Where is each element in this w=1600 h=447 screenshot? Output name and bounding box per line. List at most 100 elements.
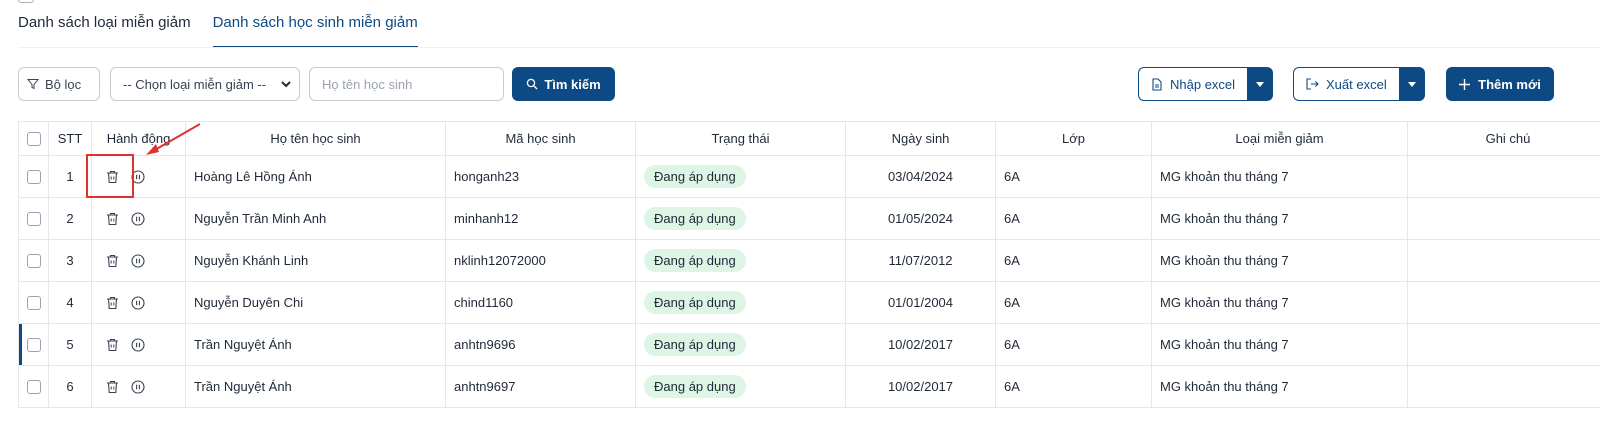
header-status: Trạng thái bbox=[635, 121, 846, 156]
filter-button[interactable]: Bộ lọc bbox=[18, 67, 100, 101]
dob-cell: 03/04/2024 bbox=[845, 155, 996, 198]
pause-icon[interactable] bbox=[131, 337, 145, 352]
trash-icon[interactable] bbox=[106, 212, 119, 226]
status-cell: Đang áp dụng bbox=[635, 155, 846, 198]
search-button[interactable]: Tìm kiếm bbox=[512, 67, 615, 101]
actions-cell bbox=[91, 323, 186, 366]
exempt-students-table: STT Hành động Họ tên học sinh Mã học sin… bbox=[18, 121, 1600, 408]
import-excel-button[interactable]: Nhập excel bbox=[1138, 67, 1248, 101]
table-row: 2 Nguyễn Trần Minh Anh minhanh12 Đang áp… bbox=[18, 197, 1600, 240]
filter-icon bbox=[27, 78, 39, 90]
import-excel-dropdown[interactable] bbox=[1247, 67, 1274, 101]
export-excel-dropdown[interactable] bbox=[1398, 67, 1425, 101]
import-excel-split: Nhập excel bbox=[1138, 67, 1274, 101]
note-cell bbox=[1407, 155, 1600, 198]
actions-cell bbox=[91, 239, 186, 282]
row-select-cell[interactable] bbox=[18, 197, 49, 240]
plus-icon bbox=[1459, 78, 1471, 90]
row-select-cell[interactable] bbox=[18, 281, 49, 324]
status-badge: Đang áp dụng bbox=[644, 291, 746, 314]
pause-icon[interactable] bbox=[131, 379, 145, 394]
status-badge: Đang áp dụng bbox=[644, 375, 746, 398]
student-code-cell: chind1160 bbox=[445, 281, 636, 324]
actions-cell bbox=[91, 197, 186, 240]
student-code-cell: minhanh12 bbox=[445, 197, 636, 240]
trash-icon[interactable] bbox=[106, 254, 119, 268]
stt-cell: 2 bbox=[48, 197, 92, 240]
exemption-type-cell: MG khoản thu tháng 7 bbox=[1151, 197, 1408, 240]
table-row: 6 Trần Nguyệt Ánh anhtn9697 Đang áp dụng… bbox=[18, 365, 1600, 408]
caret-down-icon bbox=[1407, 81, 1416, 87]
note-cell bbox=[1407, 197, 1600, 240]
checkbox[interactable] bbox=[27, 132, 41, 147]
student-code-cell: honganh23 bbox=[445, 155, 636, 198]
header-dob: Ngày sinh bbox=[845, 121, 996, 156]
student-code-cell: anhtn9696 bbox=[445, 323, 636, 366]
search-placeholder: Họ tên học sinh bbox=[322, 76, 413, 92]
stt-cell: 6 bbox=[48, 365, 92, 408]
stt-cell: 3 bbox=[48, 239, 92, 282]
trash-icon[interactable] bbox=[106, 338, 119, 352]
table-body: 1 Hoàng Lê Hồng Ánh honganh23 Đang áp dụ… bbox=[18, 155, 1600, 408]
pause-icon[interactable] bbox=[131, 211, 145, 226]
class-cell: 6A bbox=[995, 239, 1152, 282]
exemption-type-cell: MG khoản thu tháng 7 bbox=[1151, 323, 1408, 366]
header-select-all[interactable] bbox=[18, 121, 49, 156]
table-row: 1 Hoàng Lê Hồng Ánh honganh23 Đang áp dụ… bbox=[18, 155, 1600, 198]
checkbox[interactable] bbox=[27, 170, 41, 185]
table-row: 4 Nguyễn Duyên Chi chind1160 Đang áp dụn… bbox=[18, 281, 1600, 324]
trash-icon[interactable] bbox=[106, 296, 119, 310]
class-cell: 6A bbox=[995, 197, 1152, 240]
checkbox[interactable] bbox=[27, 254, 41, 269]
student-name-search-input[interactable]: Họ tên học sinh bbox=[309, 67, 504, 101]
status-cell: Đang áp dụng bbox=[635, 365, 846, 408]
export-excel-label: Xuất excel bbox=[1326, 76, 1387, 92]
exemption-type-cell: MG khoản thu tháng 7 bbox=[1151, 239, 1408, 282]
actions-cell bbox=[91, 281, 186, 324]
row-select-cell[interactable] bbox=[18, 365, 49, 408]
header-actions: Hành động bbox=[91, 121, 186, 156]
row-select-cell[interactable] bbox=[18, 239, 49, 282]
pause-icon[interactable] bbox=[131, 295, 145, 310]
export-excel-split: Xuất excel bbox=[1293, 67, 1425, 101]
export-icon bbox=[1306, 78, 1319, 90]
add-new-label: Thêm mới bbox=[1478, 76, 1541, 92]
checkbox[interactable] bbox=[27, 338, 41, 353]
student-code-cell: anhtn9697 bbox=[445, 365, 636, 408]
student-name-cell: Trần Nguyệt Ánh bbox=[185, 323, 446, 366]
student-name-cell: Hoàng Lê Hồng Ánh bbox=[185, 155, 446, 198]
header-note: Ghi chú bbox=[1407, 121, 1600, 156]
note-cell bbox=[1407, 281, 1600, 324]
export-excel-button[interactable]: Xuất excel bbox=[1293, 67, 1399, 101]
add-new-button[interactable]: Thêm mới bbox=[1446, 67, 1554, 101]
row-select-cell[interactable] bbox=[18, 155, 49, 198]
student-name-cell: Nguyễn Khánh Linh bbox=[185, 239, 446, 282]
table-row: 3 Nguyễn Khánh Linh nklinh12072000 Đang … bbox=[18, 239, 1600, 282]
exemption-type-select[interactable]: -- Chọn loại miễn giảm -- bbox=[110, 67, 300, 101]
file-icon bbox=[1151, 77, 1163, 91]
dob-cell: 11/07/2012 bbox=[845, 239, 996, 282]
select-value: -- Chọn loại miễn giảm -- bbox=[123, 76, 267, 92]
checkbox[interactable] bbox=[27, 296, 41, 311]
checkbox[interactable] bbox=[27, 380, 41, 395]
stt-cell: 4 bbox=[48, 281, 92, 324]
tab-exemption-types[interactable]: Danh sách loại miễn giảm bbox=[18, 0, 191, 48]
search-button-label: Tìm kiếm bbox=[544, 76, 601, 92]
import-excel-label: Nhập excel bbox=[1170, 76, 1236, 92]
table-header-row: STT Hành động Họ tên học sinh Mã học sin… bbox=[18, 121, 1600, 156]
trash-icon[interactable] bbox=[106, 380, 119, 394]
row-select-cell[interactable] bbox=[18, 323, 49, 366]
tab-bar: Danh sách loại miễn giảm Danh sách học s… bbox=[18, 0, 418, 48]
actions-cell bbox=[91, 365, 186, 408]
class-cell: 6A bbox=[995, 365, 1152, 408]
table-row: 5 Trần Nguyệt Ánh anhtn9696 Đang áp dụng… bbox=[18, 323, 1600, 366]
tabs-divider bbox=[18, 47, 1600, 48]
status-cell: Đang áp dụng bbox=[635, 281, 846, 324]
toolbar: Bộ lọc -- Chọn loại miễn giảm -- Họ tên … bbox=[18, 67, 1586, 101]
header-student-name: Họ tên học sinh bbox=[185, 121, 446, 156]
note-cell bbox=[1407, 365, 1600, 408]
tab-exempt-students[interactable]: Danh sách học sinh miễn giảm bbox=[212, 0, 418, 48]
student-name-cell: Trần Nguyệt Ánh bbox=[185, 365, 446, 408]
pause-icon[interactable] bbox=[131, 253, 145, 268]
checkbox[interactable] bbox=[27, 212, 41, 227]
